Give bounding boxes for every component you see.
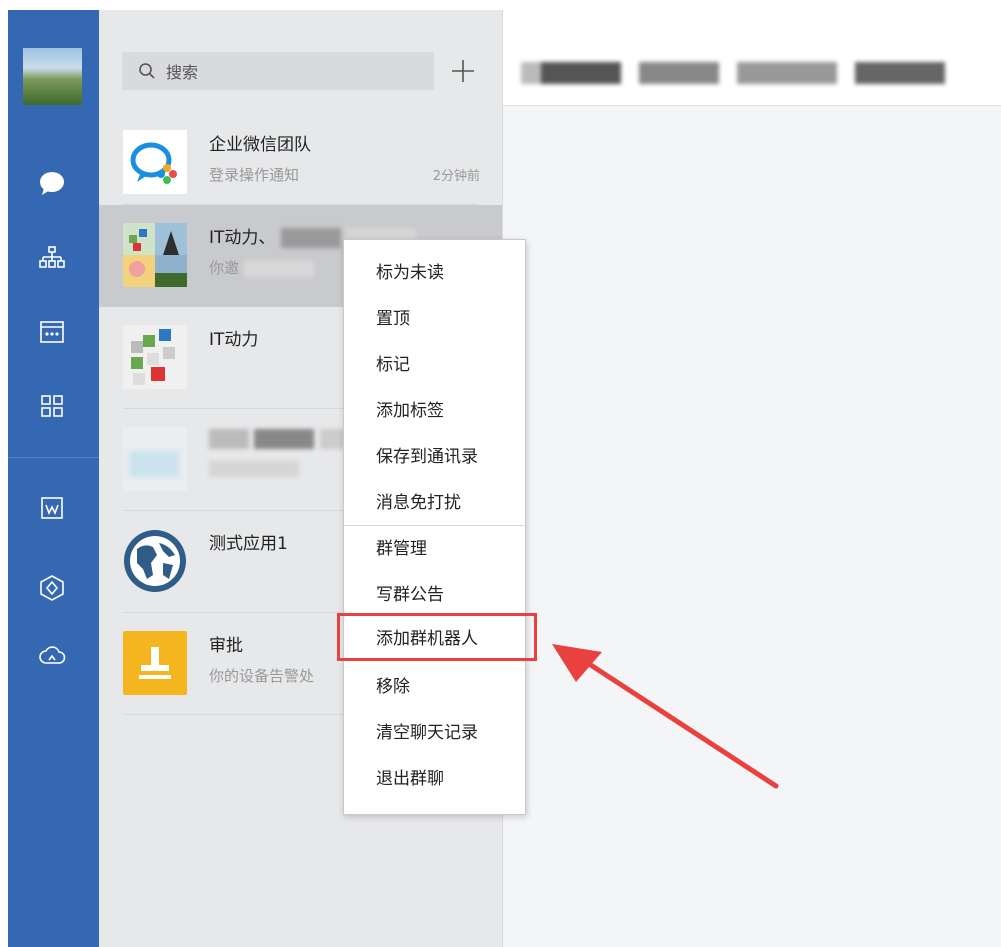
add-button[interactable] bbox=[450, 58, 476, 84]
chat-header bbox=[503, 10, 1001, 106]
conversation-name: 测式应用1 bbox=[209, 534, 288, 554]
menu-remove[interactable]: 移除 bbox=[344, 664, 525, 710]
globe-avatar bbox=[123, 529, 187, 593]
user-avatar[interactable] bbox=[23, 48, 82, 105]
menu-mark[interactable]: 标记 bbox=[344, 342, 525, 388]
conversation-name: 审批 bbox=[209, 636, 243, 656]
document-icon[interactable] bbox=[36, 492, 68, 524]
conversation-name bbox=[209, 429, 350, 449]
redacted-chat-title bbox=[521, 62, 945, 84]
redacted-text bbox=[254, 429, 315, 449]
menu-leave-group[interactable]: 退出群聊 bbox=[344, 756, 525, 802]
redacted-text bbox=[280, 228, 341, 248]
menu-mark-unread[interactable]: 标为未读 bbox=[344, 250, 525, 296]
context-menu: 标为未读 置顶 标记 添加标签 保存到通讯录 消息免打扰 群管理 写群公告 添加… bbox=[343, 239, 526, 815]
menu-group-manage[interactable]: 群管理 bbox=[344, 526, 525, 572]
calendar-icon[interactable] bbox=[36, 316, 68, 348]
search-placeholder: 搜索 bbox=[166, 63, 199, 82]
conversation-name: 企业微信团队 bbox=[209, 135, 311, 155]
menu-add-tag[interactable]: 添加标签 bbox=[344, 388, 525, 434]
list-item[interactable]: 企业微信团队 登录操作通知 2分钟前 bbox=[99, 112, 502, 214]
menu-clear-history[interactable]: 清空聊天记录 bbox=[344, 710, 525, 756]
redacted-text bbox=[209, 460, 299, 477]
approval-avatar bbox=[123, 631, 187, 695]
wecom-team-avatar bbox=[123, 130, 187, 194]
hexagon-icon[interactable] bbox=[36, 572, 68, 604]
chat-body bbox=[503, 106, 1001, 947]
redacted-avatar bbox=[123, 427, 187, 491]
conversation-preview: 你的设备告警处 bbox=[209, 667, 315, 685]
grid-icon[interactable] bbox=[36, 390, 68, 422]
group-avatar bbox=[123, 223, 187, 287]
left-nav bbox=[8, 10, 99, 947]
menu-pin[interactable]: 置顶 bbox=[344, 296, 525, 342]
menu-group-announcement[interactable]: 写群公告 bbox=[344, 572, 525, 618]
search-input[interactable]: 搜索 bbox=[122, 52, 434, 90]
menu-mute[interactable]: 消息免打扰 bbox=[344, 480, 525, 526]
org-tree-icon[interactable] bbox=[36, 242, 68, 274]
cloud-icon[interactable] bbox=[36, 640, 68, 672]
conversation-name: IT动力 bbox=[209, 330, 259, 350]
redacted-text bbox=[243, 260, 314, 277]
search-icon bbox=[139, 63, 155, 79]
conversation-preview: 你邀 bbox=[209, 257, 314, 278]
conversation-preview bbox=[209, 459, 299, 477]
menu-save-to-contacts[interactable]: 保存到通讯录 bbox=[344, 434, 525, 480]
nav-divider bbox=[8, 457, 99, 458]
redacted-text bbox=[209, 429, 249, 449]
chat-bubble-icon[interactable] bbox=[36, 168, 68, 200]
it-power-avatar bbox=[123, 325, 187, 389]
menu-add-group-bot[interactable]: 添加群机器人 bbox=[344, 616, 525, 662]
conversation-time: 2分钟前 bbox=[432, 169, 480, 184]
conversation-preview: 登录操作通知 bbox=[209, 166, 300, 184]
